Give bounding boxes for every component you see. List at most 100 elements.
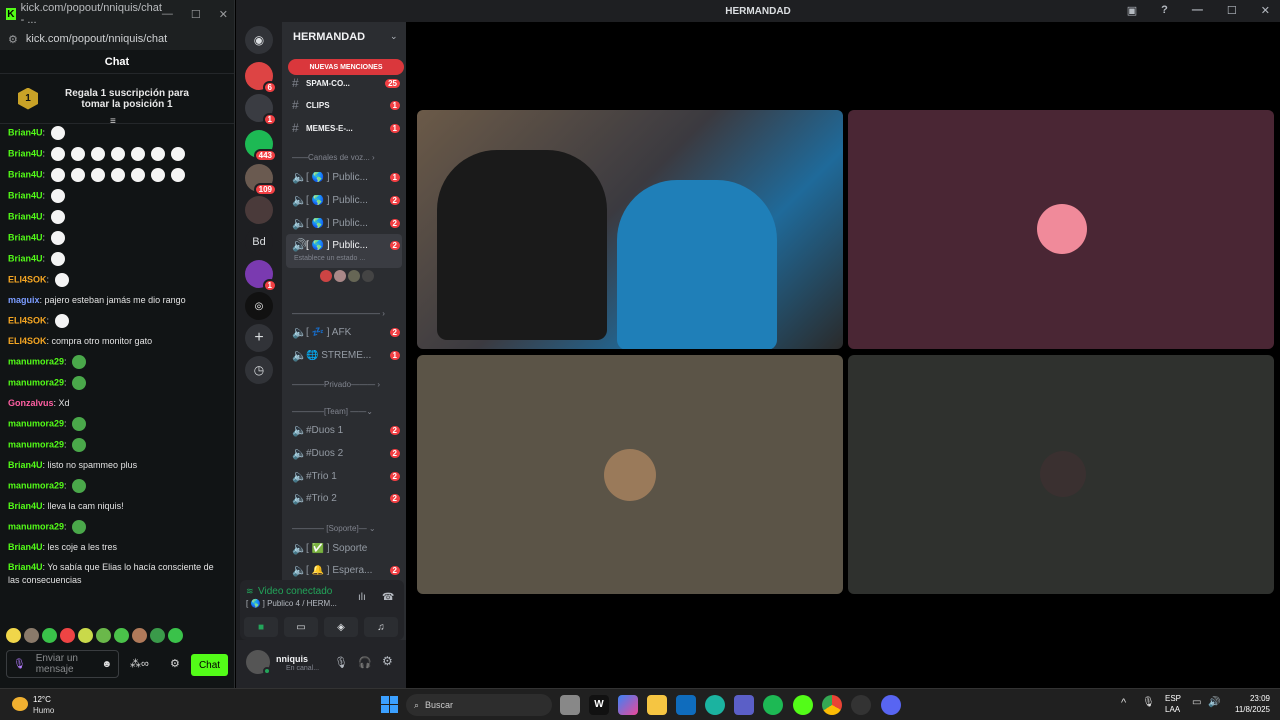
voice-channel-soporte[interactable]: 🔈[ ✅ ] Soporte [286,538,400,558]
emote-icon[interactable] [130,168,145,182]
server-name[interactable]: HERMANDAD [293,31,365,43]
voice-participants[interactable] [320,270,374,282]
chat-username[interactable]: manumora29 [8,356,64,366]
chat-username[interactable]: Brian4U [8,190,43,200]
copilot-icon[interactable] [618,695,638,715]
emote-icon[interactable] [70,168,85,182]
channel-memes[interactable]: # MEMES-E-... 1 [286,118,400,138]
discord-home-icon[interactable]: ◉ [245,26,273,54]
emote-icon[interactable] [170,168,185,182]
minimize-icon[interactable]: — [1192,4,1203,17]
emote-icon[interactable] [114,628,129,643]
voice-channel[interactable]: 🔈[ 🌎 ] Public... 2 [286,190,400,210]
emote-icon[interactable] [130,147,145,161]
discord-app-icon[interactable] [881,695,901,715]
add-server-icon[interactable]: + [245,324,273,352]
camera-button[interactable]: ■ [244,617,278,637]
category-voice[interactable]: ——Canales de voz... › [292,153,396,162]
chat-username[interactable]: Brian4U [8,253,43,263]
mic-icon[interactable]: 🎙 [13,659,26,670]
voice-channel-afk[interactable]: 🔈[ 💤 ] AFK 2 [286,322,400,342]
emote-icon[interactable] [70,147,85,161]
emote-icon[interactable] [90,168,105,182]
emote-icon[interactable] [72,376,87,390]
emote-icon[interactable] [50,168,65,182]
soundboard-button[interactable]: ♫ [364,617,398,637]
emote-icon[interactable] [72,479,87,493]
chat-username[interactable]: ELI4SOK [8,274,47,284]
kick-app-icon[interactable] [793,695,813,715]
start-icon[interactable] [381,696,398,713]
emote-icon[interactable] [170,147,185,161]
send-chat-button[interactable]: Chat [191,654,228,676]
voice-channel[interactable]: 🔈 #Duos 22 [286,443,400,463]
url-bar[interactable]: ⚙ kick.com/popout/nniquis/chat [0,28,234,50]
headphones-icon[interactable]: 🎧 [358,656,372,669]
category-soporte[interactable]: ———— [Soporte]— ⌄ [292,524,396,533]
emote-icon[interactable] [50,126,65,140]
chat-username[interactable]: Brian4U [8,542,43,552]
discover-icon[interactable]: ◷ [245,356,273,384]
avatar[interactable] [348,270,360,282]
voice-channel-name[interactable]: [ 🌎 ] Publico 4 / HERM... [246,599,337,608]
emote-icon[interactable] [110,168,125,182]
server-icon[interactable]: ◎ [245,292,273,320]
tray-chevron-icon[interactable]: ^ [1121,697,1126,709]
emote-row[interactable] [6,628,183,643]
server-letters-icon[interactable]: Bd [245,228,273,256]
chat-username[interactable]: Brian4U [8,460,43,470]
emote-icon[interactable] [132,628,147,643]
clock-date[interactable]: 11/8/2025 [1222,705,1270,714]
chat-username[interactable]: Brian4U [8,169,43,179]
weather-temp[interactable]: 12°C [33,695,51,704]
points-icon[interactable]: ⁂∞ [130,657,149,670]
emote-icon[interactable] [150,628,165,643]
avatar[interactable] [334,270,346,282]
voice-channel[interactable]: 🔈[ 🌎 ] Public... 1 [286,167,400,187]
voice-channel[interactable]: 🔈 #Trio 12 [286,466,400,486]
chat-username[interactable]: Brian4U [8,562,43,572]
category-team[interactable]: ————[Team] ——⌄ [292,407,396,416]
chat-username[interactable]: manumora29 [8,439,64,449]
teams-icon[interactable] [734,695,754,715]
weather-desc[interactable]: Humo [33,706,54,715]
mic-icon[interactable]: 🎙 [334,656,348,669]
server-icon[interactable]: 6 [245,62,277,94]
chat-username[interactable]: Brian4U [8,211,43,221]
voice-channel[interactable]: 🔈 #Trio 22 [286,488,400,508]
emote-icon[interactable] [150,168,165,182]
chat-username[interactable]: Brian4U [8,232,43,242]
spotify-icon[interactable] [763,695,783,715]
video-tile-user[interactable] [848,110,1274,349]
emote-icon[interactable] [78,628,93,643]
chat-username[interactable]: manumora29 [8,377,64,387]
volume-icon[interactable]: 🔊 [1208,697,1220,708]
voice-channel-active[interactable]: 🔊[ 🌎 ] Public... 2 [286,235,400,255]
close-icon[interactable]: ✕ [219,8,228,21]
site-settings-icon[interactable]: ⚙ [8,33,18,46]
file-explorer-icon[interactable] [647,695,667,715]
emote-icon[interactable] [72,438,87,452]
activities-button[interactable]: ◈ [324,617,358,637]
emote-icon[interactable] [54,314,69,328]
server-icon[interactable]: 109 [245,164,277,196]
voice-channel[interactable]: 🔈 #Duos 12 [286,420,400,440]
chat-username[interactable]: Gonzalvus [8,398,54,408]
emote-icon[interactable] [96,628,111,643]
taskbar-search[interactable]: ⌕ Buscar [406,694,552,716]
clock-time[interactable]: 23:09 [1234,694,1270,703]
status-hint[interactable]: Establece un estado ... [294,255,365,262]
maximize-icon[interactable]: ☐ [1227,4,1237,17]
edge-icon[interactable] [705,695,725,715]
user-settings-icon[interactable]: ⚙ [382,654,393,668]
weather-icon[interactable] [12,697,28,711]
avatar[interactable] [362,270,374,282]
emote-icon[interactable] [50,189,65,203]
chat-username[interactable]: manumora29 [8,521,64,531]
emote-icon[interactable] [50,210,65,224]
emote-icon[interactable] [168,628,183,643]
channel-clips[interactable]: # CLIPS 1 [286,95,400,115]
task-view-icon[interactable] [560,695,580,715]
maximize-icon[interactable]: ☐ [191,8,201,21]
emote-icon[interactable] [72,417,87,431]
